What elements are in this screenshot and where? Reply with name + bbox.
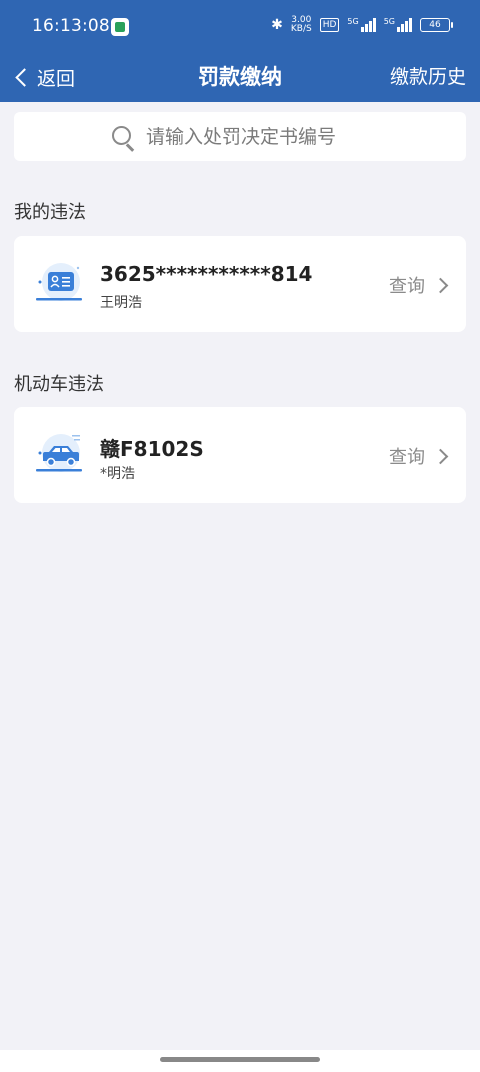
signal-icon-2: 5G: [384, 18, 412, 32]
query-button[interactable]: 查询: [389, 272, 449, 298]
status-bar: 16:13:08 ✱ 3.00 KB/S HD 5G 5G 46: [0, 0, 480, 52]
nav-bar: 返回 罚款缴纳 缴款历史: [0, 52, 480, 102]
vehicle-query-button[interactable]: 查询: [389, 443, 449, 469]
hd-badge: HD: [319, 18, 340, 32]
back-label: 返回: [37, 67, 76, 90]
back-button[interactable]: 返回: [14, 62, 75, 92]
chevron-right-icon: [432, 448, 449, 464]
battery-icon: 46: [420, 18, 453, 32]
signal-2-label: 5G: [383, 17, 395, 26]
my-violation-card[interactable]: 3625***********814 王明浩 查询: [14, 236, 466, 332]
search-icon: [112, 125, 135, 151]
chevron-left-icon: [15, 67, 34, 87]
section-title-vehicle-violations: 机动车违法: [14, 374, 104, 395]
search-bar[interactable]: [14, 112, 466, 161]
app-notification-icon: [111, 18, 129, 36]
plate-number: 赣F8102S: [100, 437, 204, 461]
vehicle-query-label: 查询: [389, 447, 425, 468]
section-title-my-violations: 我的违法: [14, 202, 86, 223]
vehicle-violation-card[interactable]: 赣F8102S *明浩 查询: [14, 407, 466, 503]
network-speed-unit: KB/S: [290, 24, 312, 34]
query-label: 查询: [389, 276, 425, 297]
status-time: 16:13:08: [32, 16, 110, 36]
signal-1-label: 5G: [347, 17, 359, 26]
search-input[interactable]: [144, 124, 368, 149]
bluetooth-icon: ✱: [271, 17, 283, 33]
owner-name: 王明浩: [100, 295, 142, 311]
network-speed: 3.00 KB/S: [291, 16, 312, 34]
vehicle-owner-name: *明浩: [100, 466, 135, 482]
home-indicator[interactable]: [160, 1057, 320, 1062]
chevron-right-icon: [432, 277, 449, 293]
status-indicators: ✱ 3.00 KB/S HD 5G 5G 46: [271, 16, 453, 34]
id-number: 3625***********814: [100, 262, 313, 286]
signal-icon-1: 5G: [347, 17, 376, 32]
payment-history-button[interactable]: 缴款历史: [390, 62, 466, 92]
id-card-icon: [36, 263, 82, 301]
car-icon: [36, 434, 82, 472]
